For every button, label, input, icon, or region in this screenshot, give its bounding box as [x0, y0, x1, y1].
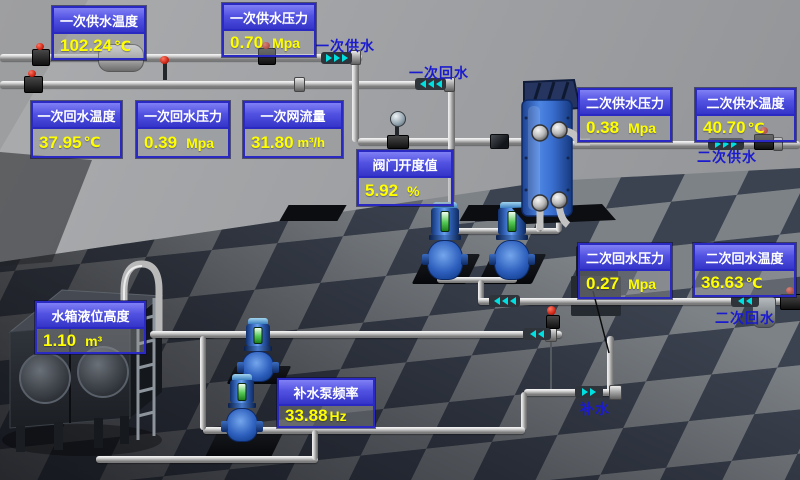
indicator-value: 1.10 [43, 331, 76, 351]
indicator-label: 阀门开度值 [359, 152, 451, 178]
indicator-label: 二次供水温度 [697, 90, 794, 116]
pipe-label-makeup-water: 补水 [580, 399, 610, 419]
indicator-unit: Mpa [272, 35, 300, 51]
indicator-unit: Hz [330, 408, 347, 424]
indicator-unit: % [407, 183, 419, 199]
indicator-box-primary-return-temp: 一次回水温度 37.95℃ [31, 101, 122, 158]
indicator-box-primary-supply-temp: 一次供水温度 102.24℃ [52, 6, 146, 60]
hmi-heating-station-screen: 一次供水 一次回水 二次供水 二次回水 补水 一次供水温度 102.24℃ 一次… [0, 0, 800, 480]
indicator-value: 0.39 [144, 133, 177, 153]
indicator-unit: ℃ [746, 275, 763, 292]
indicator-box-secondary-return-temp: 二次回水温度 36.63℃ [693, 243, 796, 297]
indicator-value: 33.88 [285, 406, 328, 426]
indicator-value: 5.92 [365, 181, 398, 201]
indicator-box-secondary-supply-pressure: 二次供水压力 0.38 Mpa [578, 88, 672, 142]
indicator-value: 31.80 [251, 133, 294, 153]
indicator-unit: Mpa [186, 135, 214, 151]
pipe-label-secondary-supply: 二次供水 [697, 147, 757, 167]
indicator-box-valve-opening: 阀门开度值 5.92% [357, 150, 453, 206]
indicator-unit: Mpa [628, 276, 656, 292]
indicator-label: 水箱液位高度 [37, 303, 144, 329]
pipe-label-secondary-return: 二次回水 [715, 308, 775, 328]
indicator-value: 0.27 [586, 274, 619, 294]
indicator-unit: ℃ [114, 38, 131, 55]
indicator-label: 二次回水压力 [580, 245, 670, 271]
indicator-label: 一次供水温度 [54, 8, 144, 34]
indicator-unit: m³/h [298, 135, 325, 150]
indicator-value: 0.70 [230, 33, 263, 53]
indicator-unit: ℃ [748, 120, 765, 137]
indicator-label: 二次回水温度 [695, 245, 794, 271]
indicator-box-tank-level: 水箱液位高度 1.10 m³ [35, 301, 146, 354]
indicator-unit: Mpa [628, 120, 656, 136]
indicator-label: 一次网流量 [245, 103, 341, 129]
indicator-box-secondary-supply-temp: 二次供水温度 40.70℃ [695, 88, 796, 142]
indicator-box-primary-supply-pressure: 一次供水压力 0.70 Mpa [222, 3, 316, 57]
indicator-label: 一次供水压力 [224, 5, 314, 31]
indicator-unit: ℃ [84, 134, 101, 151]
indicator-value: 40.70 [703, 118, 746, 138]
indicator-value: 36.63 [701, 273, 744, 293]
pipe-label-primary-return: 一次回水 [409, 63, 469, 83]
indicator-value: 0.38 [586, 118, 619, 138]
pipe-label-primary-supply: 一次供水 [315, 36, 375, 56]
indicator-value: 37.95 [39, 133, 82, 153]
indicator-label: 一次回水温度 [33, 103, 120, 129]
indicator-box-primary-return-pressure: 一次回水压力 0.39 Mpa [136, 101, 230, 158]
indicator-unit: m³ [85, 333, 102, 349]
indicator-box-makeup-pump-frequency: 补水泵频率 33.88Hz [277, 378, 375, 428]
indicator-value: 102.24 [60, 36, 112, 56]
indicator-box-secondary-return-pressure: 二次回水压力 0.27 Mpa [578, 243, 672, 299]
indicator-label: 一次回水压力 [138, 103, 228, 129]
indicator-box-primary-network-flow: 一次网流量 31.80 m³/h [243, 101, 343, 158]
indicator-label: 二次供水压力 [580, 90, 670, 116]
leader-line-overlay [0, 0, 800, 480]
indicator-label: 补水泵频率 [279, 380, 373, 406]
